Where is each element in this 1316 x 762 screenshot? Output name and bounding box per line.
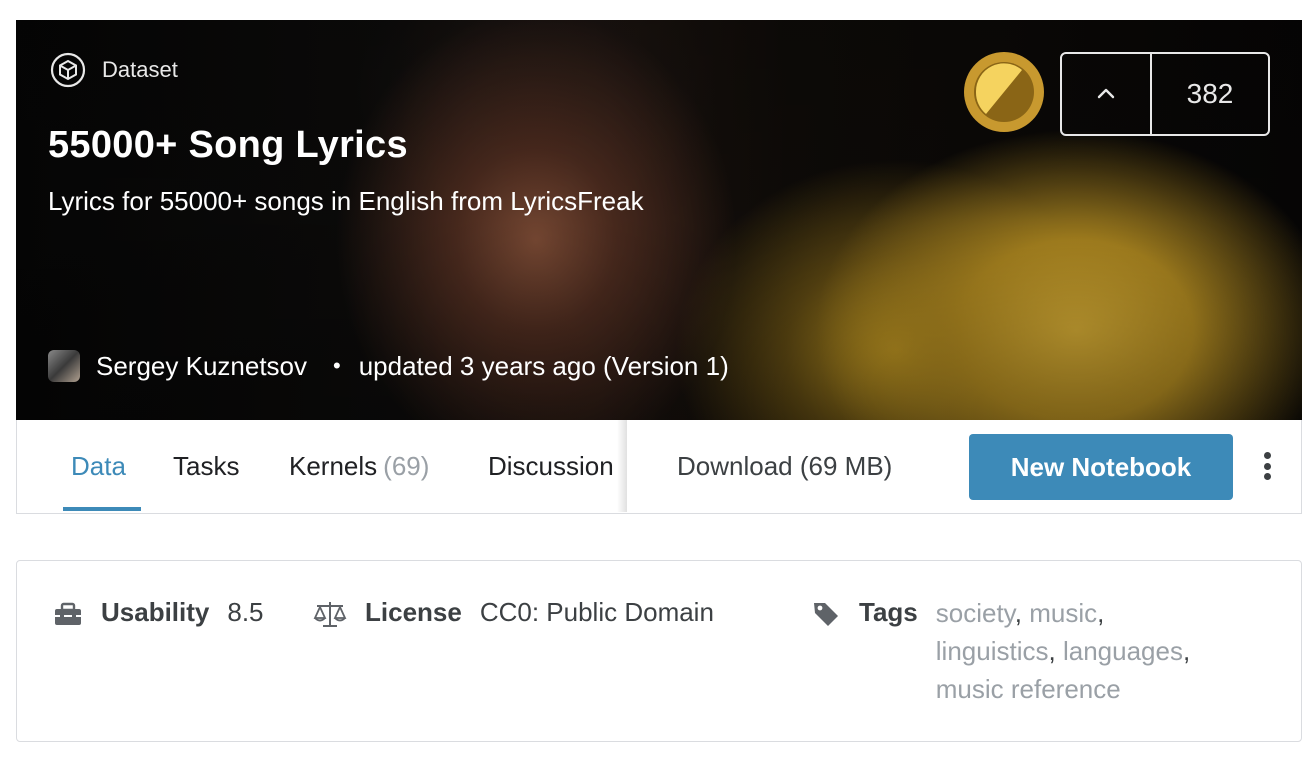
- tab-tasks[interactable]: Tasks: [173, 420, 239, 512]
- tag-linguistics[interactable]: linguistics: [936, 636, 1049, 666]
- dataset-type: Dataset: [50, 52, 178, 88]
- tags-list: society, music, linguistics, languages, …: [936, 594, 1190, 708]
- tab-bar: Data Tasks Kernels (69) Discussion Downl…: [16, 420, 1302, 514]
- tags-item: Tags society, music, linguistics, langua…: [811, 597, 1190, 708]
- upvote-widget: 382: [1060, 52, 1270, 136]
- dataset-type-label: Dataset: [102, 57, 178, 82]
- dataset-cube-icon: [50, 52, 86, 88]
- tag-languages[interactable]: languages: [1063, 636, 1183, 666]
- chevron-up-icon: [1097, 88, 1115, 99]
- tag-separator: ,: [1048, 636, 1056, 666]
- tab-data-label: Data: [71, 450, 126, 481]
- tags-label: Tags: [859, 597, 918, 627]
- tabs-overflow-shadow: [617, 420, 627, 512]
- tab-kernels[interactable]: Kernels (69): [289, 420, 429, 512]
- active-tab-indicator: [63, 507, 141, 511]
- tab-kernels-label: Kernels: [289, 450, 378, 481]
- tag-separator: ,: [1182, 636, 1191, 666]
- gold-medal-icon[interactable]: [964, 52, 1044, 132]
- dataset-meta-card: Usability 8.5 License CC0: Public Domain…: [16, 560, 1302, 742]
- scale-icon: [313, 602, 347, 627]
- tag-society[interactable]: society: [936, 598, 1015, 628]
- download-button[interactable]: Download (69 MB): [677, 420, 892, 512]
- tag-icon: [814, 603, 838, 626]
- author-link[interactable]: Sergey Kuznetsov: [96, 351, 307, 382]
- toolbox-icon: [55, 602, 81, 625]
- license-value[interactable]: CC0: Public Domain: [480, 597, 714, 628]
- new-notebook-button[interactable]: New Notebook: [969, 434, 1233, 500]
- author-row: Sergey Kuznetsov • updated 3 years ago (…: [48, 350, 729, 382]
- tab-tasks-label: Tasks: [173, 450, 240, 481]
- tag-music-reference[interactable]: music reference: [936, 674, 1121, 704]
- usability-value: 8.5: [227, 597, 264, 627]
- updated-text: updated 3 years ago (Version 1): [358, 350, 729, 381]
- tab-kernels-count: (69): [383, 450, 430, 481]
- tag-separator: ,: [1014, 598, 1022, 628]
- usability-item: Usability 8.5: [53, 597, 264, 629]
- avatar[interactable]: [48, 350, 80, 382]
- license-label: License: [365, 597, 462, 627]
- vote-count: 382: [1186, 78, 1234, 109]
- usability-label: Usability: [101, 597, 210, 627]
- separator-dot: •: [333, 353, 341, 378]
- license-item: License CC0: Public Domain: [313, 597, 714, 629]
- dataset-header: Dataset 55000+ Song Lyrics Lyrics for 55…: [16, 20, 1302, 420]
- tag-separator: ,: [1097, 598, 1105, 628]
- tab-discussion[interactable]: Discussion: [488, 420, 614, 512]
- tab-discussion-label: Discussion: [488, 450, 614, 481]
- tag-music[interactable]: music: [1029, 598, 1097, 628]
- dataset-subtitle: Lyrics for 55000+ songs in English from …: [48, 186, 644, 216]
- more-options-icon[interactable]: [1255, 448, 1279, 484]
- dataset-title: 55000+ Song Lyrics: [48, 124, 408, 166]
- upvote-button[interactable]: [1062, 54, 1152, 134]
- tab-data[interactable]: Data: [71, 420, 126, 512]
- tab-list: Data Tasks Kernels (69) Discussion: [17, 420, 627, 512]
